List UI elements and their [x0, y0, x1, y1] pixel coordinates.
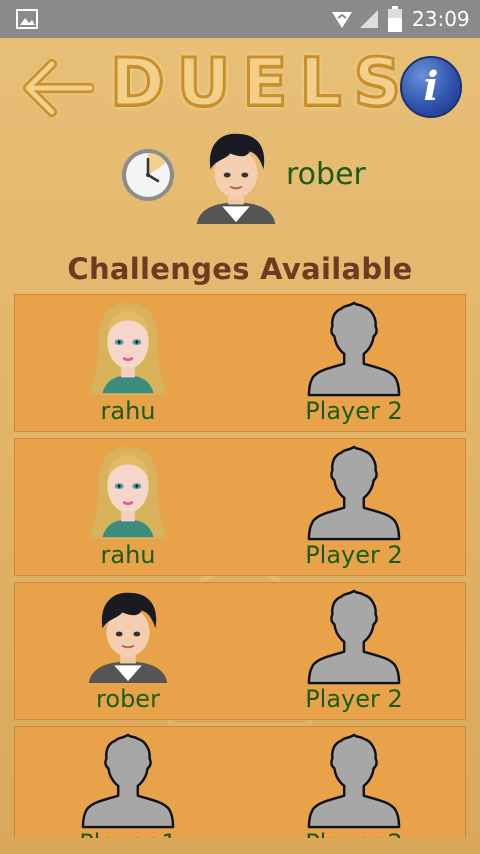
- info-button[interactable]: i: [400, 56, 462, 118]
- player2-slot: Player 2: [241, 295, 466, 433]
- user-avatar: [195, 132, 277, 226]
- challenge-card[interactable]: rahu Player 2: [14, 438, 466, 576]
- player1-name: rahu: [100, 397, 156, 425]
- cell-signal-icon: [360, 10, 378, 28]
- clock-icon: [122, 149, 174, 201]
- player2-slot: Player 2: [241, 583, 466, 721]
- player2-name: Player 2: [241, 829, 466, 838]
- player1-slot: rahu: [15, 295, 241, 433]
- boy-avatar: [87, 591, 169, 685]
- player2-name: Player 2: [305, 397, 403, 425]
- status-bar: 23:09: [0, 0, 480, 38]
- player1-slot: rober: [15, 583, 241, 721]
- challenge-card[interactable]: rahu Player 2: [14, 294, 466, 432]
- silhouette-icon: [307, 733, 401, 829]
- silhouette-icon: [307, 589, 401, 685]
- section-title: Challenges Available: [67, 252, 413, 286]
- username: rober: [286, 157, 366, 192]
- back-arrow-icon[interactable]: [22, 58, 94, 118]
- player1-name: Player 1: [15, 829, 241, 838]
- player2-slot: Player 2: [241, 727, 466, 838]
- silhouette-icon: [81, 733, 175, 829]
- challenge-card[interactable]: rober Player 2: [14, 582, 466, 720]
- challenge-list: rahu Player 2 rahu Player 2 rober Player…: [14, 294, 466, 838]
- player1-slot: Player 1: [15, 727, 241, 838]
- data-signal-icon: [332, 12, 352, 28]
- silhouette-icon: [307, 445, 401, 541]
- player1-slot: rahu: [15, 439, 241, 577]
- page-title: DUELS: [109, 43, 414, 123]
- challenge-card[interactable]: Player 1 Player 2: [14, 726, 466, 838]
- battery-icon: [388, 6, 402, 32]
- player1-name: rober: [96, 685, 160, 713]
- girl-avatar: [87, 445, 169, 541]
- player2-name: Player 2: [305, 685, 403, 713]
- player2-slot: Player 2: [241, 439, 466, 577]
- silhouette-icon: [307, 301, 401, 397]
- player2-name: Player 2: [305, 541, 403, 569]
- player1-name: rahu: [100, 541, 156, 569]
- girl-avatar: [87, 301, 169, 397]
- image-notification-icon: [16, 9, 38, 29]
- status-time: 23:09: [412, 7, 470, 31]
